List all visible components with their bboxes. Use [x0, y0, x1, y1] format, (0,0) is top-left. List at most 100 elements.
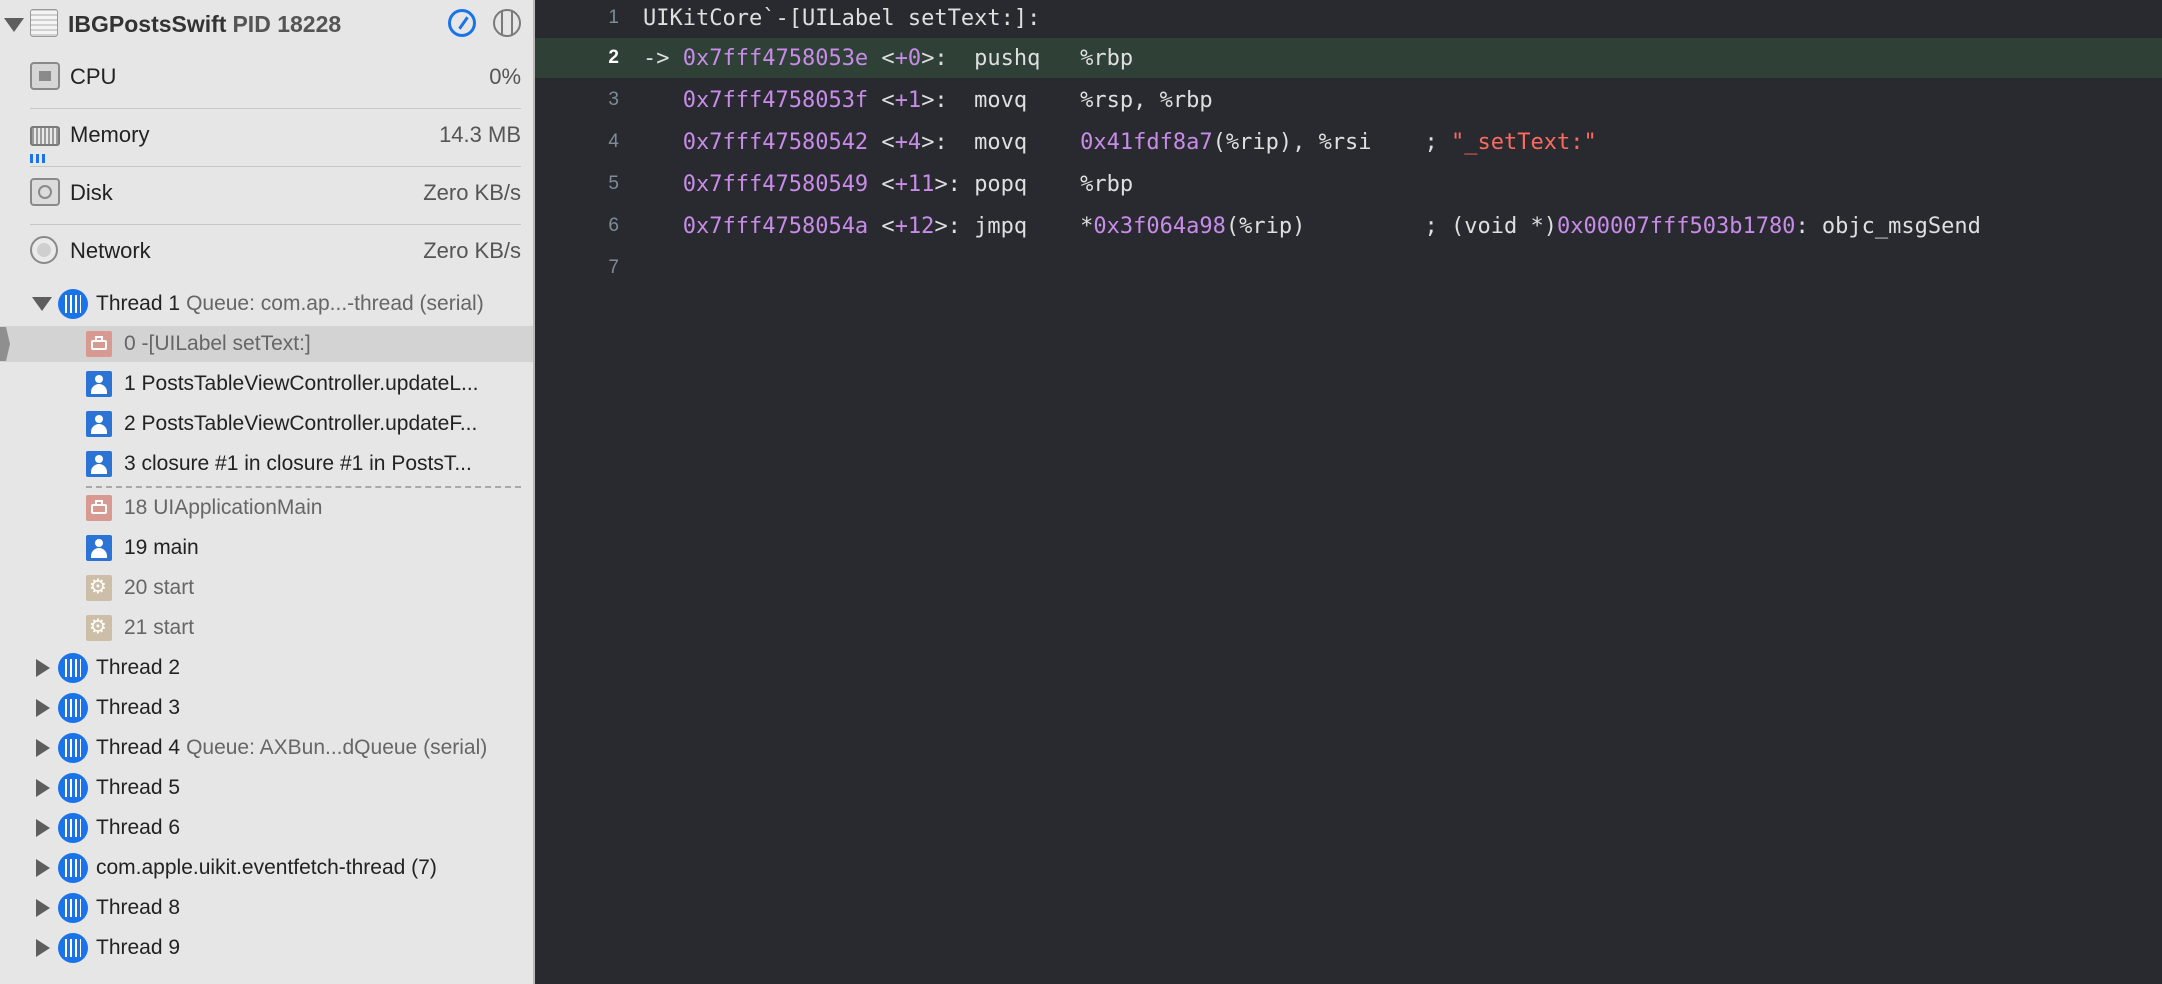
thread-row-4[interactable]: Thread 4 Queue: AXBun...dQueue (serial) — [0, 730, 533, 766]
instruction-offset: +12 — [894, 213, 935, 239]
operands: %rbp — [1080, 45, 1134, 71]
network-globe-icon — [30, 236, 58, 264]
disclosure-closed-icon[interactable] — [36, 819, 50, 837]
thread-row-6[interactable]: Thread 6 — [0, 810, 533, 846]
gauge-disk[interactable]: Disk Zero KB/s — [0, 174, 533, 210]
frame-label: 3 closure #1 in closure #1 in PostsT... — [124, 452, 472, 475]
instruction-address: 0x7fff47580549 — [682, 171, 869, 197]
code-text: UIKitCore`-[UILabel setText:]: — [643, 5, 1041, 31]
stack-frame-row[interactable]: 18 UIApplicationMain — [0, 490, 533, 526]
pc-arrow: -> — [643, 45, 683, 71]
gauge-label: Network — [70, 238, 151, 263]
code-line[interactable]: 3 0x7fff4758053f <+1>: movq %rsp, %rbp — [535, 80, 2162, 120]
thread-label: Thread 8 — [96, 896, 181, 919]
memory-usage-bar — [30, 154, 45, 163]
line-number: 1 — [608, 7, 619, 28]
thread-icon — [58, 933, 88, 963]
code-line[interactable]: 1 UIKitCore`-[UILabel setText:]: — [535, 0, 2162, 38]
disk-icon — [30, 178, 60, 206]
thread-row-8[interactable]: Thread 8 — [0, 890, 533, 926]
code-text: 0x7fff47580542 <+4>: movq 0x41fdf8a7(%ri… — [682, 129, 1597, 155]
thread-label: Thread 6 — [96, 816, 181, 839]
thread-row-2[interactable]: Thread 2 — [0, 650, 533, 686]
frame-label: 0 -[UILabel setText:] — [124, 332, 311, 355]
disclosure-closed-icon[interactable] — [36, 739, 50, 757]
thread-queue: Queue: com.ap...-thread (serial) — [186, 292, 484, 315]
line-number: 4 — [608, 131, 619, 152]
code-line[interactable]: 7 — [535, 248, 2162, 288]
operand-number: 0x3f064a98 — [1093, 213, 1226, 239]
disclosure-closed-icon[interactable] — [36, 779, 50, 797]
stack-frame-row[interactable]: 1 PostsTableViewController.updateL... — [0, 366, 533, 402]
frame-label: 1 PostsTableViewController.updateL... — [124, 372, 479, 395]
thread-row-3[interactable]: Thread 3 — [0, 690, 533, 726]
thread-label: Thread 2 — [96, 656, 181, 679]
disclosure-closed-icon[interactable] — [36, 699, 50, 717]
call-target-symbol: : objc_msgSend — [1795, 213, 1981, 239]
instruction-offset: +1 — [894, 87, 922, 113]
operand-number: 0x41fdf8a7 — [1080, 129, 1213, 155]
system-gear-icon — [86, 614, 112, 641]
thread-icon — [58, 733, 88, 763]
code-line[interactable]: 6 0x7fff4758054a <+12>: jmpq *0x3f064a98… — [535, 206, 2162, 246]
process-pid: PID 18228 — [232, 11, 342, 37]
thread-row-5[interactable]: Thread 5 — [0, 770, 533, 806]
gauge-network[interactable]: Network Zero KB/s — [0, 232, 533, 268]
call-target-address: 0x00007fff503b1780 — [1557, 213, 1796, 239]
selected-frame-marker — [0, 327, 10, 361]
gauge-memory[interactable]: Memory 14.3 MB — [0, 116, 533, 152]
disclosure-open-icon[interactable] — [32, 297, 52, 311]
code-text: -> 0x7fff4758053e <+0>: pushq %rbp — [643, 45, 1134, 71]
instruction-address: 0x7fff4758053e — [682, 45, 869, 71]
line-number: 6 — [608, 215, 619, 236]
line-number: 2 — [608, 47, 619, 68]
thread-icon — [58, 893, 88, 923]
thread-icon — [58, 653, 88, 683]
thread-view-icon[interactable] — [493, 9, 521, 37]
app-process-icon — [30, 9, 58, 37]
disclosure-closed-icon[interactable] — [36, 939, 50, 957]
disclosure-open-icon[interactable] — [4, 18, 24, 32]
line-number: 3 — [608, 89, 619, 110]
stack-frame-row[interactable]: 19 main — [0, 530, 533, 566]
library-icon — [86, 331, 112, 357]
frame-label: 20 start — [124, 576, 195, 599]
divider — [30, 108, 521, 109]
process-row[interactable]: IBGPostsSwift PID 18228 — [0, 4, 533, 42]
gauge-value: Zero KB/s — [423, 180, 521, 205]
mnemonic: jmpq — [974, 213, 1054, 239]
operands: (%rip) ; (void *) — [1225, 213, 1558, 239]
code-line[interactable]: 4 0x7fff47580542 <+4>: movq 0x41fdf8a7(%… — [535, 122, 2162, 162]
disassembly-editor[interactable]: 1 UIKitCore`-[UILabel setText:]: 2 -> 0x… — [535, 0, 2162, 984]
user-icon — [86, 411, 112, 437]
stack-frame-row[interactable]: 21 start — [0, 610, 533, 646]
operands: (%rip), %rsi ; — [1212, 129, 1452, 155]
thread-icon — [58, 289, 88, 319]
operands: %rbp — [1080, 171, 1134, 197]
stack-frame-row[interactable]: 0 -[UILabel setText:] — [0, 326, 533, 362]
thread-row-9[interactable]: Thread 9 — [0, 930, 533, 966]
instruction-address: 0x7fff47580542 — [682, 129, 869, 155]
thread-label: Thread 1 Queue: com.ap...-thread (serial) — [96, 292, 484, 315]
line-number: 7 — [608, 257, 619, 278]
frame-label: 2 PostsTableViewController.updateF... — [124, 412, 478, 435]
code-line-current[interactable]: 2 -> 0x7fff4758053e <+0>: pushq %rbp — [535, 38, 2162, 78]
instruction-address: 0x7fff4758054a — [682, 213, 869, 239]
stack-frame-row[interactable]: 2 PostsTableViewController.updateF... — [0, 406, 533, 442]
frame-label: 19 main — [124, 536, 199, 559]
gauge-value: 0% — [489, 64, 521, 89]
code-line[interactable]: 5 0x7fff47580549 <+11>: popq %rbp — [535, 164, 2162, 204]
disclosure-closed-icon[interactable] — [36, 859, 50, 877]
stack-frame-row[interactable]: 20 start — [0, 570, 533, 606]
thread-row-7[interactable]: com.apple.uikit.eventfetch-thread (7) — [0, 850, 533, 886]
debug-gauge-icon[interactable] — [448, 9, 476, 37]
disclosure-closed-icon[interactable] — [36, 659, 50, 677]
disclosure-closed-icon[interactable] — [36, 899, 50, 917]
frame-label: 21 start — [124, 616, 195, 639]
divider — [30, 166, 521, 167]
thread-row-1[interactable]: Thread 1 Queue: com.ap...-thread (serial) — [0, 286, 533, 322]
stack-frame-row[interactable]: 3 closure #1 in closure #1 in PostsT... — [0, 446, 533, 482]
gauge-cpu[interactable]: CPU 0% — [0, 58, 533, 94]
mnemonic: pushq — [974, 45, 1054, 71]
code-text: 0x7fff4758053f <+1>: movq %rsp, %rbp — [682, 87, 1213, 113]
